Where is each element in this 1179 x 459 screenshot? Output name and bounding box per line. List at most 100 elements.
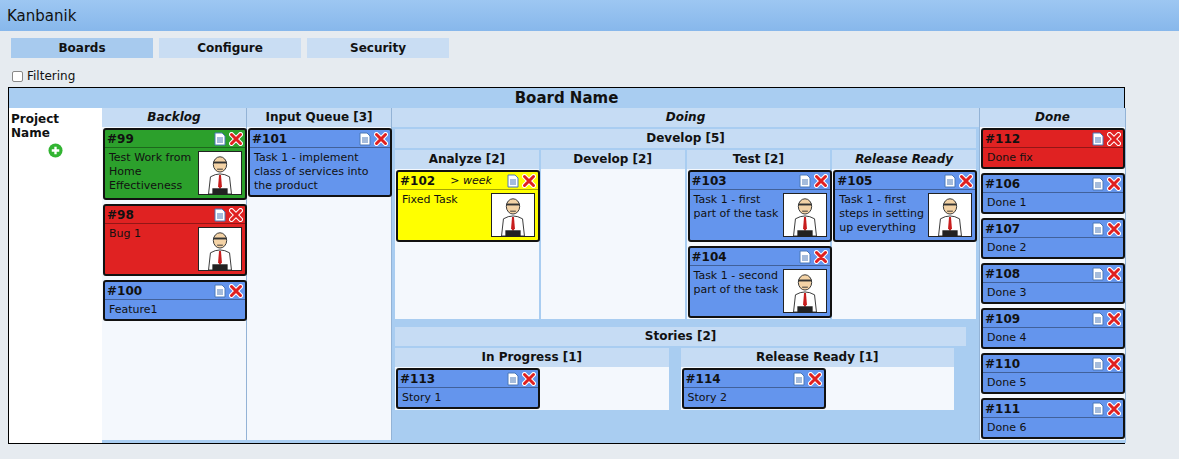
card-id: #114 (686, 372, 721, 386)
card-id: #98 (107, 208, 134, 222)
task-card[interactable]: #113Story 1 (396, 368, 540, 409)
delete-icon[interactable] (229, 208, 243, 222)
task-card[interactable]: #99Test Work from Home Effectiveness (103, 128, 247, 200)
delete-icon[interactable] (959, 174, 973, 188)
edit-icon[interactable] (359, 132, 371, 146)
task-card[interactable]: #103Task 1 - first part of the task (688, 170, 832, 242)
card-text: Done 3 (987, 285, 1120, 300)
edit-icon[interactable] (214, 132, 226, 146)
card-actions (1092, 402, 1121, 416)
tab[interactable]: Security (307, 38, 449, 58)
card-header: #112 (983, 130, 1123, 148)
edit-icon[interactable] (507, 174, 519, 188)
edit-icon[interactable] (1092, 357, 1104, 371)
edit-icon[interactable] (1092, 132, 1104, 146)
edit-icon[interactable] (1092, 267, 1104, 281)
column-header: Analyze [2] (395, 150, 539, 169)
group-header: Develop [5] (395, 129, 976, 148)
task-card[interactable]: #107Done 2 (981, 218, 1125, 259)
card-body: Done 4 (983, 328, 1123, 347)
card-actions (214, 208, 243, 222)
edit-icon[interactable] (799, 250, 811, 264)
edit-icon[interactable] (214, 284, 226, 298)
delete-icon[interactable] (814, 250, 828, 264)
edit-icon[interactable] (1092, 402, 1104, 416)
card-header: #111 (983, 400, 1123, 418)
tab[interactable]: Boards (11, 38, 153, 58)
card-id: #109 (985, 312, 1020, 326)
task-card[interactable]: #102> weekFixed Task (396, 170, 540, 242)
task-card[interactable]: #100Feature1 (103, 280, 247, 321)
avatar-icon (198, 151, 242, 195)
delete-icon[interactable] (522, 372, 536, 386)
card-body: Done 1 (983, 193, 1123, 212)
delete-icon[interactable] (1107, 267, 1121, 281)
edit-icon[interactable] (793, 372, 805, 386)
delete-icon[interactable] (1107, 312, 1121, 326)
card-body: Test Work from Home Effectiveness (105, 148, 245, 198)
card-text: Done 4 (987, 330, 1120, 345)
delete-icon[interactable] (229, 284, 243, 298)
card-header: #101 (250, 130, 390, 148)
task-card[interactable]: #98 Bug 1 (103, 204, 247, 276)
board: Board NameProject NameBacklog#99Test Wor… (8, 87, 1125, 444)
task-card[interactable]: #101Task 1 - implement class of services… (248, 128, 392, 197)
column-header: Develop [2] (541, 150, 685, 169)
delete-icon[interactable] (1107, 132, 1121, 146)
card-header: #108 (983, 265, 1123, 283)
card-body: Task 1 - first part of the task (690, 190, 830, 240)
avatar-icon (491, 193, 535, 237)
task-card[interactable]: #108 Done 3 (981, 263, 1125, 304)
board-title: Board Name (9, 88, 1124, 108)
delete-icon[interactable] (1107, 222, 1121, 236)
task-card[interactable]: #111Done 6 (981, 398, 1125, 439)
edit-icon[interactable] (799, 174, 811, 188)
column-header: Test [2] (687, 150, 831, 169)
task-card[interactable]: #106Done 1 (981, 173, 1125, 214)
card-body: Done 6 (983, 418, 1123, 437)
edit-icon[interactable] (214, 208, 226, 222)
task-card[interactable]: #109 Done 4 (981, 308, 1125, 349)
delete-icon[interactable] (1107, 177, 1121, 191)
task-card[interactable]: #112Done fix (981, 128, 1125, 169)
filtering-toggle[interactable]: Filtering (12, 68, 1167, 84)
edit-icon[interactable] (944, 174, 956, 188)
card-actions (214, 132, 243, 146)
card-header: #114 (684, 370, 824, 388)
column-body: #105Task 1 - first steps in setting up e… (832, 169, 976, 319)
card-header: #113 (398, 370, 538, 388)
card-header: #106 (983, 175, 1123, 193)
column-body: #99Test Work from Home Effectiveness #98 B… (102, 127, 246, 440)
task-card[interactable]: #105Task 1 - first steps in setting up e… (833, 170, 977, 242)
card-id: #108 (985, 267, 1020, 281)
column-groups: Develop [5] Analyze [2]#102> weekFixed Ta… (392, 127, 979, 440)
delete-icon[interactable] (1107, 357, 1121, 371)
card-actions (944, 174, 973, 188)
task-card[interactable]: #110Done 5 (981, 353, 1125, 394)
tab-bar: Boards Configure Security (0, 31, 1179, 58)
delete-icon[interactable] (1107, 402, 1121, 416)
tab[interactable]: Configure (159, 38, 301, 58)
add-icon[interactable] (48, 143, 63, 158)
card-actions (799, 250, 828, 264)
delete-icon[interactable] (229, 132, 243, 146)
delete-icon[interactable] (522, 174, 536, 188)
card-id: #110 (985, 357, 1020, 371)
delete-icon[interactable] (808, 372, 822, 386)
delete-icon[interactable] (814, 174, 828, 188)
card-body: Bug 1 (105, 224, 245, 274)
task-card[interactable]: #114Story 2 (682, 368, 826, 409)
column-header: In Progress [1] (395, 348, 669, 367)
task-card[interactable]: #104Task 1 - second part of the task (688, 246, 832, 318)
card-body: Done fix (983, 148, 1123, 167)
card-id: #102 (400, 174, 435, 188)
filtering-checkbox[interactable] (12, 71, 23, 82)
column-group: Develop [5] Analyze [2]#102> weekFixed Ta… (395, 129, 976, 319)
edit-icon[interactable] (1092, 222, 1104, 236)
edit-icon[interactable] (1092, 312, 1104, 326)
board-column: Done#112Done fix#106Done 1#107Done 2#108… (980, 108, 1126, 440)
card-actions (1092, 177, 1121, 191)
edit-icon[interactable] (507, 372, 519, 386)
edit-icon[interactable] (1092, 177, 1104, 191)
delete-icon[interactable] (374, 132, 388, 146)
